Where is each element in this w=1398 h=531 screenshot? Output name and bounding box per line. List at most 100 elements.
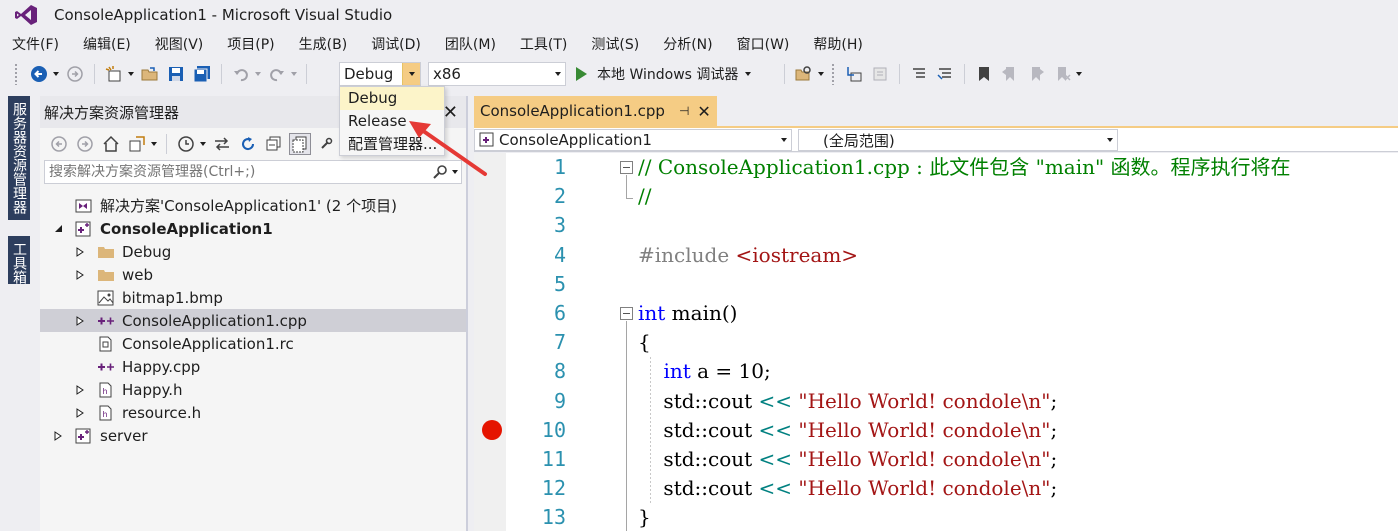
uncomment-lines-button[interactable] (934, 63, 956, 85)
solution-configuration-combo[interactable]: Debug (339, 62, 421, 86)
expand-arrow-icon[interactable] (74, 246, 86, 258)
step-over-button[interactable] (869, 63, 891, 85)
code-line[interactable]: // ConsoleApplication1.cpp : 此文件包含 "main… (638, 153, 1291, 182)
se-show-all-files-button[interactable] (289, 133, 311, 155)
step-into-button[interactable] (843, 63, 865, 85)
menu-item-9[interactable]: 分析(N) (655, 34, 720, 54)
collapse-region-icon[interactable] (620, 161, 633, 174)
se-pending-changes-button[interactable] (175, 133, 197, 155)
toolbar-overflow-dropdown[interactable] (1075, 63, 1083, 85)
code-line[interactable]: int main() (638, 299, 737, 328)
solution-platform-combo[interactable]: x86 (428, 62, 566, 86)
se-back-button[interactable] (48, 133, 70, 155)
code-line[interactable]: std::cout << "Hello World! condole\n"; (638, 445, 1057, 474)
pin-icon[interactable]: ⊣ (679, 104, 689, 118)
se-forward-button[interactable] (74, 133, 96, 155)
open-file-button[interactable] (139, 63, 161, 85)
forward-button[interactable] (64, 63, 86, 85)
code-line[interactable]: #include <iostream> (638, 241, 858, 270)
redo-button[interactable] (266, 63, 288, 85)
breakpoint-icon[interactable] (482, 419, 502, 440)
project-navigation-combo[interactable]: ConsoleApplication1 (474, 129, 792, 151)
menu-item-8[interactable]: 测试(S) (583, 34, 647, 54)
comment-lines-button[interactable] (908, 63, 930, 85)
tree-item[interactable]: Debug (40, 240, 466, 263)
code-line[interactable]: { (638, 328, 651, 357)
collapse-region-icon[interactable] (620, 307, 633, 320)
code-line[interactable]: std::cout << "Hello World! condole\n"; (638, 474, 1057, 503)
redo-dropdown[interactable] (290, 63, 298, 85)
start-debugging-dropdown[interactable] (744, 63, 752, 85)
menu-item-11[interactable]: 帮助(H) (805, 34, 870, 54)
scope-navigation-dropdown[interactable] (1103, 138, 1117, 142)
solution-explorer-search-box[interactable] (44, 160, 462, 184)
menu-item-4[interactable]: 生成(B) (291, 34, 356, 54)
toggle-bookmark-button[interactable] (973, 63, 995, 85)
menu-item-2[interactable]: 视图(V) (147, 34, 212, 54)
server-explorer-tab[interactable]: 服务器资源管理器 (8, 96, 30, 220)
config-option-debug[interactable]: Debug (340, 87, 444, 110)
menu-item-10[interactable]: 窗口(W) (729, 34, 798, 54)
se-collapse-all-button[interactable] (263, 133, 285, 155)
code-editor[interactable]: 1 2 3 4 5 6 7 8 9 10 11 12 13// ConsoleApplication1.… (474, 153, 1398, 531)
toolbar-overflow-dropdown[interactable] (817, 63, 825, 85)
code-line[interactable]: std::cout << "Hello World! condole\n"; (638, 387, 1057, 416)
code-line[interactable]: // (638, 182, 651, 211)
expand-arrow-icon[interactable] (74, 315, 86, 327)
previous-bookmark-button[interactable] (999, 63, 1021, 85)
tree-item[interactable]: h resource.h (40, 401, 466, 424)
expand-arrow-icon[interactable] (74, 384, 86, 396)
collapse-arrow-icon[interactable] (52, 223, 64, 235)
new-project-button[interactable] (103, 63, 125, 85)
se-switch-views-dropdown[interactable] (150, 133, 158, 155)
tree-item[interactable]: h Happy.h (40, 378, 466, 401)
toolbar-grip[interactable] (831, 63, 835, 85)
se-refresh-button[interactable] (237, 133, 259, 155)
configuration-dropdown-button[interactable] (402, 63, 420, 85)
menu-item-0[interactable]: 文件(F) (4, 34, 67, 54)
tree-item[interactable]: ConsoleApplication1.rc (40, 332, 466, 355)
tree-item[interactable]: server (40, 424, 466, 447)
breakpoint-margin[interactable] (474, 153, 506, 531)
project-navigation-dropdown[interactable] (777, 138, 791, 142)
menu-item-7[interactable]: 工具(T) (512, 34, 575, 54)
save-all-button[interactable] (191, 63, 213, 85)
tree-item[interactable]: 解决方案'ConsoleApplication1' (2 个项目) (40, 194, 466, 217)
close-icon[interactable]: ✕ (697, 102, 710, 121)
toolbar-grip[interactable] (14, 63, 18, 85)
menu-item-6[interactable]: 团队(M) (437, 34, 504, 54)
menu-item-3[interactable]: 项目(P) (219, 34, 282, 54)
code-line[interactable]: std::cout << "Hello World! condole\n"; (638, 416, 1057, 445)
expand-arrow-icon[interactable] (74, 407, 86, 419)
tree-item[interactable]: ConsoleApplication1 (40, 217, 466, 240)
tree-item[interactable]: bitmap1.bmp (40, 286, 466, 309)
se-sync-button[interactable] (211, 133, 233, 155)
code-line[interactable]: int a = 10; (638, 357, 770, 386)
toolbox-tab[interactable]: 工具箱 (8, 236, 30, 284)
undo-dropdown[interactable] (254, 63, 262, 85)
code-line[interactable]: } (638, 503, 651, 531)
undo-button[interactable] (230, 63, 252, 85)
expand-arrow-icon[interactable] (74, 269, 86, 281)
tab-consoleapplication1-cpp[interactable]: ConsoleApplication1.cpp ⊣ ✕ (474, 96, 717, 126)
se-pending-changes-dropdown[interactable] (199, 133, 207, 155)
menu-item-5[interactable]: 调试(D) (363, 34, 429, 54)
new-project-dropdown[interactable] (127, 63, 135, 85)
expand-arrow-icon[interactable] (52, 430, 64, 442)
find-in-files-button[interactable] (793, 63, 815, 85)
scope-navigation-combo[interactable]: (全局范围) (798, 129, 1118, 151)
solution-explorer-search-input[interactable] (45, 164, 429, 180)
next-bookmark-button[interactable] (1025, 63, 1047, 85)
se-switch-views-button[interactable] (126, 133, 148, 155)
tree-item[interactable]: web (40, 263, 466, 286)
tree-item[interactable]: ConsoleApplication1.cpp (40, 309, 466, 332)
save-button[interactable] (165, 63, 187, 85)
tree-item[interactable]: Happy.cpp (40, 355, 466, 378)
se-home-button[interactable] (100, 133, 122, 155)
menu-item-1[interactable]: 编辑(E) (75, 34, 139, 54)
se-properties-button[interactable] (315, 133, 337, 155)
back-dropdown[interactable] (52, 63, 60, 85)
platform-dropdown-button[interactable] (551, 72, 565, 76)
start-debugging-button[interactable]: 本地 Windows 调试器 (576, 62, 754, 86)
clear-bookmarks-button[interactable] (1051, 63, 1073, 85)
